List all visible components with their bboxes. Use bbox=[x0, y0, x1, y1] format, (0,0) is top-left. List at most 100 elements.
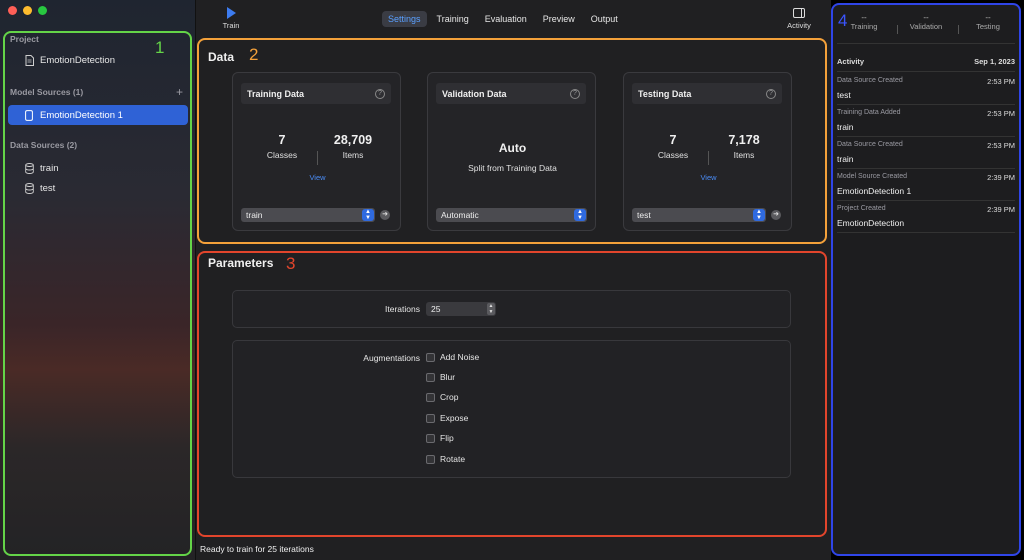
annotation-number-2: 2 bbox=[249, 45, 259, 64]
select-value: test bbox=[637, 210, 651, 220]
tab-training[interactable]: Training bbox=[431, 11, 475, 27]
chevron-updown-icon: ▲ ▼ bbox=[574, 209, 586, 221]
data-section-title: Data bbox=[208, 50, 235, 64]
validation-mode-value: Auto bbox=[498, 141, 527, 155]
checkbox[interactable] bbox=[426, 454, 435, 464]
augmentation-crop[interactable]: Crop bbox=[426, 392, 458, 402]
tab-output[interactable]: Output bbox=[585, 11, 624, 27]
card-header: Training Data ? bbox=[241, 83, 391, 104]
activity-name: test bbox=[837, 90, 851, 100]
metric-value: -- bbox=[861, 13, 867, 22]
augmentation-expose[interactable]: Expose bbox=[426, 413, 468, 423]
card-header: Testing Data ? bbox=[632, 83, 782, 104]
card-title: Validation Data bbox=[442, 88, 507, 99]
activity-type: Data Source Created bbox=[837, 77, 903, 84]
activity-inspector: 4 -- Training -- Validation -- Testing A… bbox=[831, 3, 1021, 556]
activity-button[interactable]: Activity bbox=[782, 8, 816, 30]
go-to-source-icon[interactable]: ➜ bbox=[771, 210, 781, 220]
classes-label: Classes bbox=[657, 150, 689, 160]
metric-label: Validation bbox=[909, 22, 943, 31]
zoom-window-button[interactable] bbox=[38, 6, 47, 15]
iterations-stepper[interactable]: 25 ▲ ▼ bbox=[426, 302, 496, 316]
chevron-updown-icon: ▲ ▼ bbox=[753, 209, 765, 221]
help-icon[interactable]: ? bbox=[570, 88, 580, 99]
close-window-button[interactable] bbox=[8, 6, 17, 15]
play-icon bbox=[226, 7, 236, 19]
augmentations-label: Augmentations bbox=[363, 353, 420, 363]
activity-item: Model Source Created 2:39 PM EmotionDete… bbox=[837, 169, 1015, 201]
checkbox-label: Expose bbox=[440, 413, 469, 423]
chevron-updown-icon: ▲ ▼ bbox=[362, 209, 374, 221]
help-icon[interactable]: ? bbox=[375, 88, 385, 99]
train-label: Train bbox=[222, 21, 240, 30]
activity-type: Training Data Added bbox=[837, 109, 901, 116]
card-title: Testing Data bbox=[638, 88, 692, 99]
training-data-card: Training Data ? 7 Classes 28,709 Items V… bbox=[232, 72, 401, 231]
divider bbox=[897, 25, 898, 34]
training-data-select[interactable]: train ▲ ▼ bbox=[241, 208, 375, 222]
augmentation-rotate[interactable]: Rotate bbox=[426, 454, 465, 464]
activity-item: Project Created 2:39 PM EmotionDetection bbox=[837, 201, 1015, 233]
view-link[interactable]: View bbox=[233, 173, 402, 182]
augmentation-flip[interactable]: Flip bbox=[426, 433, 454, 443]
activity-label: Activity bbox=[787, 21, 811, 30]
activity-time: 2:53 PM bbox=[987, 77, 1015, 86]
window-controls bbox=[8, 6, 47, 15]
checkbox[interactable] bbox=[426, 413, 435, 423]
parameters-section-title: Parameters bbox=[208, 256, 274, 270]
activity-type: Model Source Created bbox=[837, 173, 908, 180]
metrics-summary: -- Training -- Validation -- Testing bbox=[833, 13, 1019, 31]
activity-name: EmotionDetection bbox=[837, 218, 905, 228]
annotation-number-3: 3 bbox=[286, 254, 296, 273]
activity-date: Sep 1, 2023 bbox=[974, 57, 1015, 66]
validation-mode-description: Split from Training Data bbox=[468, 163, 557, 173]
testing-data-select[interactable]: test ▲ ▼ bbox=[632, 208, 766, 222]
help-icon[interactable]: ? bbox=[766, 88, 776, 99]
validation-data-card: Validation Data ? Auto Split from Traini… bbox=[427, 72, 596, 231]
augmentation-blur[interactable]: Blur bbox=[426, 372, 455, 382]
train-button[interactable]: Train bbox=[218, 7, 244, 30]
card-title: Training Data bbox=[247, 88, 305, 99]
metric-validation: -- Validation bbox=[895, 13, 957, 31]
checkbox-label: Flip bbox=[440, 433, 454, 443]
activity-time: 2:39 PM bbox=[987, 173, 1015, 182]
card-header: Validation Data ? bbox=[436, 83, 586, 104]
checkbox[interactable] bbox=[426, 433, 435, 443]
card-stats: 7 Classes 7,178 Items bbox=[624, 133, 793, 165]
tab-preview[interactable]: Preview bbox=[537, 11, 581, 27]
metric-value: -- bbox=[985, 13, 991, 22]
metric-label: Testing bbox=[976, 22, 1000, 31]
view-link[interactable]: View bbox=[624, 173, 793, 182]
metric-label: Training bbox=[850, 22, 878, 31]
items-value: 28,709 bbox=[333, 133, 373, 147]
checkbox[interactable] bbox=[426, 372, 435, 382]
checkbox-label: Rotate bbox=[440, 454, 466, 464]
activity-header: Activity Sep 1, 2023 bbox=[837, 57, 1015, 66]
activity-name: train bbox=[837, 154, 854, 164]
checkbox[interactable] bbox=[426, 392, 435, 402]
validation-data-select[interactable]: Automatic ▲ ▼ bbox=[436, 208, 587, 222]
iterations-box bbox=[232, 290, 791, 328]
card-stats: 7 Classes 28,709 Items bbox=[233, 133, 402, 165]
annotation-frame-1 bbox=[3, 31, 192, 556]
annotation-number-1: 1 bbox=[155, 38, 165, 57]
activity-time: 2:39 PM bbox=[987, 205, 1015, 214]
augmentations-box bbox=[232, 340, 791, 478]
activity-time: 2:53 PM bbox=[987, 141, 1015, 150]
activity-name: EmotionDetection 1 bbox=[837, 186, 912, 196]
classes-label: Classes bbox=[266, 150, 298, 160]
metric-testing: -- Testing bbox=[957, 13, 1019, 31]
activity-heading: Activity bbox=[837, 57, 865, 66]
augmentation-add-noise[interactable]: Add Noise bbox=[426, 352, 479, 362]
iterations-value: 25 bbox=[431, 304, 441, 314]
divider bbox=[837, 71, 1015, 72]
go-to-source-icon[interactable]: ➜ bbox=[380, 210, 390, 220]
tab-evaluation[interactable]: Evaluation bbox=[479, 11, 533, 27]
divider bbox=[958, 25, 959, 34]
checkbox[interactable] bbox=[426, 352, 435, 362]
main-content: Train Settings Training Evaluation Previ… bbox=[196, 0, 831, 560]
activity-item: Data Source Created 2:53 PM test bbox=[837, 73, 1015, 105]
tab-settings[interactable]: Settings bbox=[382, 11, 427, 27]
minimize-window-button[interactable] bbox=[23, 6, 32, 15]
stepper-arrows-icon[interactable]: ▲ ▼ bbox=[487, 303, 495, 315]
